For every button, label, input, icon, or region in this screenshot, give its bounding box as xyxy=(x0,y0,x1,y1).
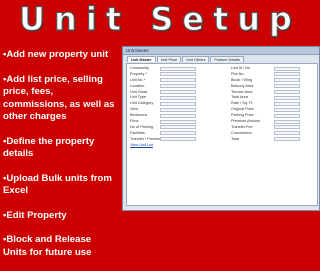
total-area-input[interactable] xyxy=(274,95,300,100)
original-price-input[interactable] xyxy=(274,107,300,112)
form-row: Total xyxy=(231,137,315,143)
bullet-add-unit: •Add new property unit xyxy=(3,49,109,60)
bedrooms-label: Bedrooms xyxy=(130,113,148,118)
location-input[interactable] xyxy=(160,84,196,89)
bullet-define-details: •Define the property details xyxy=(3,135,95,160)
unit-class-label: Unit Class xyxy=(130,89,148,94)
bedrooms-select[interactable] xyxy=(160,113,196,118)
terrace-area-label: Terrace Area xyxy=(231,89,253,94)
balcony-area-label: Balcony Area xyxy=(231,83,254,88)
commission-input[interactable] xyxy=(274,131,300,136)
floor-select[interactable] xyxy=(160,119,196,124)
premium-amount-label: Premium Amount xyxy=(231,119,261,124)
balcony-area-input[interactable] xyxy=(274,84,300,89)
unit-master-window: Unit Master Unit Master Unit Price Unit … xyxy=(122,46,320,211)
rate-label: Rate / Sq. Ft. xyxy=(231,101,254,106)
plot-no-label: Plot No. xyxy=(231,71,245,76)
unit-form: Community Property * Unit No * Location … xyxy=(126,63,318,206)
bullet-upload-excel: •Upload Bulk units from Excel xyxy=(3,172,112,197)
form-left-column: Community Property * Unit No * Location … xyxy=(130,66,230,148)
form-row: View Unit List xyxy=(130,143,230,149)
block-wing-input[interactable] xyxy=(274,78,300,83)
original-price-label: Original Price xyxy=(231,107,254,112)
unit-id-input[interactable] xyxy=(274,66,300,71)
rate-input[interactable] xyxy=(274,101,300,106)
premium-amount-input[interactable] xyxy=(274,119,300,124)
tab-bar: Unit Master Unit Price Unit Others Featu… xyxy=(123,56,319,62)
window-title: Unit Master xyxy=(123,47,319,55)
view-unit-list-link[interactable]: View Unit List xyxy=(130,143,153,148)
tab-unit-price[interactable]: Unit Price xyxy=(156,56,182,62)
location-label: Location xyxy=(130,83,145,88)
unit-no-label: Unit No * xyxy=(130,77,146,82)
slide-title: Unit Setup xyxy=(18,0,301,39)
terrace-area-input[interactable] xyxy=(274,90,300,95)
parking-price-input[interactable] xyxy=(274,113,300,118)
bullet-add-prices: •Add list price, selling price, fees, co… xyxy=(3,73,115,123)
unit-type-radio[interactable] xyxy=(160,95,196,100)
property-select[interactable] xyxy=(160,72,196,77)
block-wing-label: Block / Wing xyxy=(231,77,253,82)
unit-class-radio[interactable] xyxy=(160,90,196,95)
community-label: Community xyxy=(130,66,150,70)
bullet-block-release: •Block and Release Units for future use xyxy=(3,234,92,258)
unit-category-label: Unit Category xyxy=(130,101,154,106)
parking-input[interactable] xyxy=(160,125,196,130)
view-select[interactable] xyxy=(160,107,196,112)
unit-type-label: Unit Type xyxy=(130,95,146,100)
feature-bullet-list: •Add new property unit •Add list price, … xyxy=(3,49,117,271)
plot-no-input[interactable] xyxy=(274,72,300,77)
facilities-label: Facilities xyxy=(130,130,145,135)
parking-price-label: Parking Price xyxy=(231,113,254,118)
floor-label: Floor xyxy=(130,119,139,124)
facilities-input[interactable] xyxy=(160,131,196,136)
unit-id-label: Unit Id / No. xyxy=(231,66,252,70)
community-select[interactable] xyxy=(160,66,196,71)
total-area-label: Total Area xyxy=(231,95,248,100)
commission-label: Commission xyxy=(231,130,252,135)
unit-category-select[interactable] xyxy=(160,101,196,106)
form-right-column: Unit Id / No. Plot No. Block / Wing Balc… xyxy=(231,66,315,143)
total-input[interactable] xyxy=(274,137,300,142)
bullet-edit-property: •Edit Property xyxy=(3,209,67,221)
tab-unit-master[interactable]: Unit Master xyxy=(127,56,156,62)
parking-label: No of Parking xyxy=(130,124,154,129)
transfer-fee-right-input[interactable] xyxy=(274,125,300,130)
transfer-fee-right-label: Transfer Fee xyxy=(231,124,253,129)
total-label: Total xyxy=(231,136,240,141)
unit-no-input[interactable] xyxy=(160,78,196,83)
property-label: Property * xyxy=(130,71,147,76)
transfer-fee-input[interactable] xyxy=(160,137,196,142)
tab-unit-others[interactable]: Unit Others xyxy=(182,56,210,62)
tab-feature-details[interactable]: Feature Details xyxy=(210,56,245,62)
view-label: View xyxy=(130,107,139,112)
